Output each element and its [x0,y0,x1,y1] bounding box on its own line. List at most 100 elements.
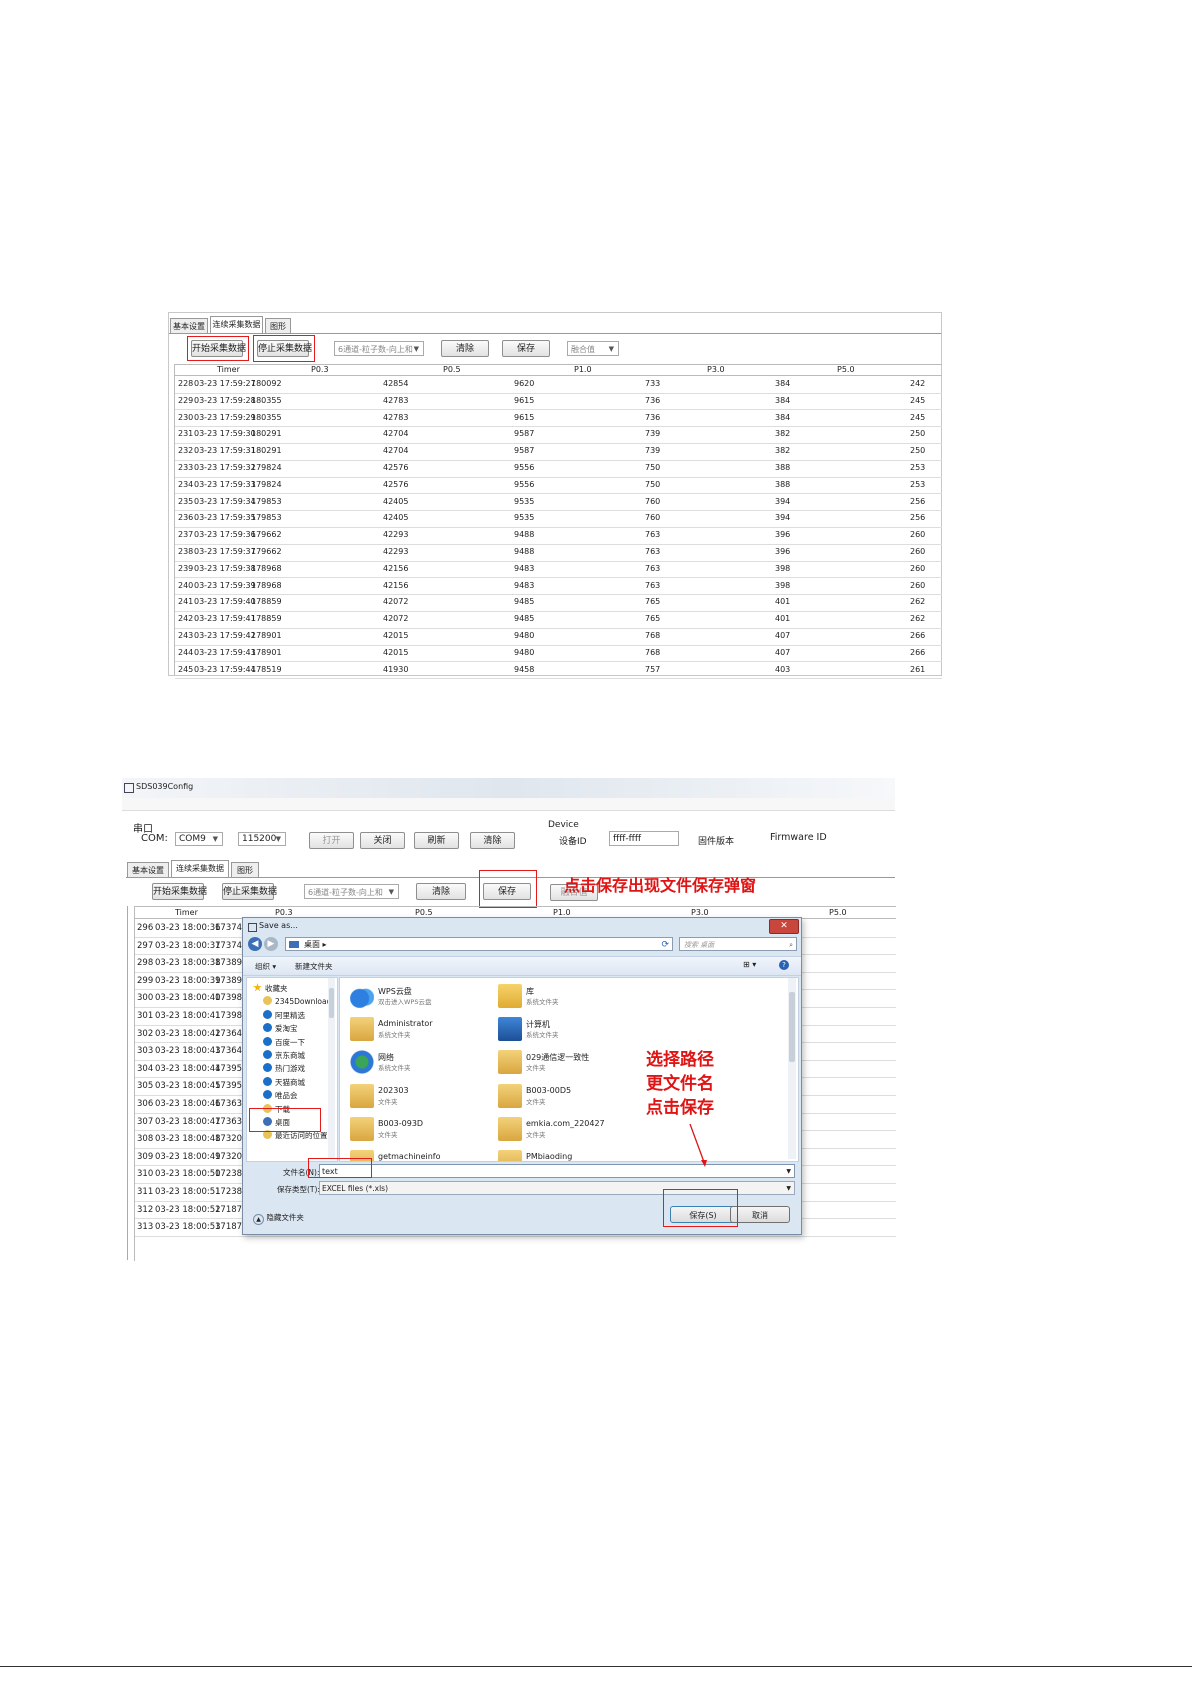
tab-chart[interactable]: 图形 [231,862,259,877]
tab-continuous-capture[interactable]: 连续采集数据 [210,316,263,333]
tab-continuous-capture[interactable]: 连续采集数据 [171,860,229,877]
table-row[interactable]: 243 03-23 17:59:42 178901 42015 9480 768 407 26… [175,629,942,645]
table-cell: 42576 [383,463,409,472]
com-port-combo[interactable]: COM9 ▼ [175,832,223,846]
mode-combo[interactable]: 6通道-粒子数-向上和 ▼ [334,341,424,356]
table-row[interactable]: 235 03-23 17:59:34 179853 42405 9535 760 394 25… [175,495,942,511]
tab-basic-settings[interactable]: 基本设置 [170,318,208,333]
table-row[interactable]: 236 03-23 17:59:35 179853 42405 9535 760 394 25… [175,511,942,527]
organize-button[interactable]: 组织 ▾ [255,961,276,972]
nav-item[interactable]: 百度一下 [253,1036,305,1049]
refresh-button[interactable]: 刷新 [414,832,459,849]
nav-item[interactable]: 爱淘宝 [253,1022,298,1035]
search-input[interactable]: 搜索 桌面 ⌕ [679,937,797,951]
dialog-cancel-button[interactable]: 取消 [730,1206,790,1223]
file-type: 文件夹 [526,1097,546,1106]
nav-item-label: 爱淘宝 [275,1024,298,1034]
annotation-line-2: 更文件名 [646,1074,714,1094]
tab-chart[interactable]: 图形 [265,318,291,333]
open-port-button[interactable]: 打开 [309,832,354,849]
device-heading: Device [548,820,579,830]
table-row[interactable]: 240 03-23 17:59:39 178968 42156 9483 763 398 26… [175,579,942,595]
clear-button[interactable]: 清除 [416,883,466,900]
nav-item[interactable]: 2345Downloads [253,995,335,1008]
start-capture-button[interactable]: 开始采集数据 [152,883,207,900]
hide-folders-toggle[interactable]: ▲ 隐藏文件夹 [253,1212,304,1225]
file-item[interactable]: 029通信逻一致性 文件夹 [496,1048,636,1078]
table-row[interactable]: 245 03-23 17:59:44 178519 41930 9458 757 403 26… [175,663,942,679]
network-icon [350,1050,374,1075]
file-item[interactable]: PMbiaoding [496,1148,636,1161]
file-item[interactable]: Administrator 系统文件夹 [348,1015,488,1045]
refresh-icon[interactable]: ⟳ [661,938,669,952]
fuse-combo[interactable]: 融合值 ▼ [567,341,619,356]
table-row[interactable]: 230 03-23 17:59:29 180355 42783 9615 736 384 24… [175,411,942,427]
dialog-close-button[interactable]: ✕ [769,919,799,934]
table-cell: 03-23 17:59:27 [194,379,256,388]
file-item[interactable]: emkia.com_220427 文件夹 [496,1115,636,1145]
clear-button[interactable]: 清除 [441,340,489,357]
table-row[interactable]: 241 03-23 17:59:40 178859 42072 9485 765 401 26… [175,595,942,611]
mode-combo[interactable]: 6通道-粒子数-向上和 ▼ [304,884,399,899]
table-row[interactable]: 242 03-23 17:59:41 178859 42072 9485 765 401 26… [175,612,942,628]
file-type: 系统文件夹 [526,1031,559,1040]
file-item[interactable]: B003-00D5 文件夹 [496,1082,636,1112]
nav-item[interactable]: 唯品会 [253,1089,298,1102]
header-divider [175,375,942,376]
table-cell: 256 [910,496,926,506]
table-cell: 401 [775,597,791,607]
baud-rate-combo[interactable]: 115200 ▼ [238,832,286,846]
table-row[interactable]: 233 03-23 17:59:32 179824 42576 9556 750 388 25… [175,461,942,477]
device-id-field[interactable]: ffff-ffff [609,831,679,846]
table-cell: 266 [910,647,926,657]
table-row[interactable]: 234 03-23 17:59:33 179824 42576 9556 750 388 25… [175,478,942,494]
address-bar[interactable]: 桌面 ▸ ⟳ [285,937,673,951]
table-row[interactable]: 228 03-23 17:59:27 180092 42854 9620 733 384 24… [175,377,942,393]
table-cell: 763 [645,563,661,573]
table-cell: 262 [910,614,926,624]
tab-basic-settings[interactable]: 基本设置 [127,862,169,877]
table-row[interactable]: 244 03-23 17:59:43 178901 42015 9480 768 407 26… [175,646,942,662]
annotation-save-popup: 点击保存出现文件保存弹窗 [564,876,757,895]
table-row[interactable]: 237 03-23 17:59:36 179662 42293 9488 763 396 26… [175,528,942,544]
search-placeholder: 搜索 桌面 [684,941,715,949]
table-row[interactable]: 229 03-23 17:59:28 180355 42783 9615 736 384 24… [175,394,942,410]
nav-scrollbar[interactable] [328,978,335,1159]
table-row[interactable]: 231 03-23 17:59:30 180291 42704 9587 739 382 25… [175,427,942,443]
filename-input[interactable]: text ▼ [319,1164,795,1178]
file-item[interactable]: B003-093D 文件夹 [348,1115,488,1145]
table-row[interactable]: 232 03-23 17:59:31 180291 42704 9587 739 382 25… [175,444,942,460]
table-row[interactable]: 238 03-23 17:59:37 179662 42293 9488 763 396 26… [175,545,942,561]
view-button[interactable]: ⊞ ▾ [743,960,756,969]
forward-button[interactable]: ▶ [264,937,278,951]
table-cell: 03-23 17:59:34 [194,496,256,506]
dialog-title: Save as... [259,921,298,930]
nav-item[interactable]: 天猫商城 [253,1076,305,1089]
file-name: getmachineinfo [378,1152,441,1161]
app-icon [124,783,134,793]
file-item[interactable]: WPS云盘 双击进入WPS云盘 [348,982,488,1012]
file-item[interactable]: 计算机 系统文件夹 [496,1015,636,1045]
column-header: P0.3 [275,908,293,917]
nav-item[interactable]: 阿里精选 [253,1009,305,1022]
table-cell: 17364 [215,1028,243,1039]
save-button[interactable]: 保存 [502,340,550,357]
nav-item[interactable]: 收藏夹 [253,982,288,995]
table-row[interactable]: 239 03-23 17:59:38 178968 42156 9483 763 398 26… [175,562,942,578]
file-item[interactable]: 库系统文件夹 [496,982,636,1012]
back-button[interactable]: ◀ [248,937,262,951]
filetype-value: EXCEL files (*.xls) [322,1184,388,1193]
file-item[interactable]: 202303 文件夹 [348,1082,488,1112]
table-cell: 236 [178,513,194,523]
help-icon[interactable]: ? [779,960,789,970]
nav-item[interactable]: 京东商城 [253,1049,305,1062]
close-port-button[interactable]: 关闭 [360,832,405,849]
new-folder-button[interactable]: 新建文件夹 [295,961,333,972]
table-cell: 757 [645,664,661,674]
table-cell: 03-23 17:59:33 [194,479,256,489]
stop-capture-button[interactable]: 停止采集数据 [222,883,277,900]
nav-item[interactable]: 热门游戏 [253,1062,305,1075]
clear-port-button[interactable]: 清除 [470,832,515,849]
file-scrollbar[interactable] [788,978,796,1159]
file-item[interactable]: 网络 系统文件夹 [348,1048,488,1078]
